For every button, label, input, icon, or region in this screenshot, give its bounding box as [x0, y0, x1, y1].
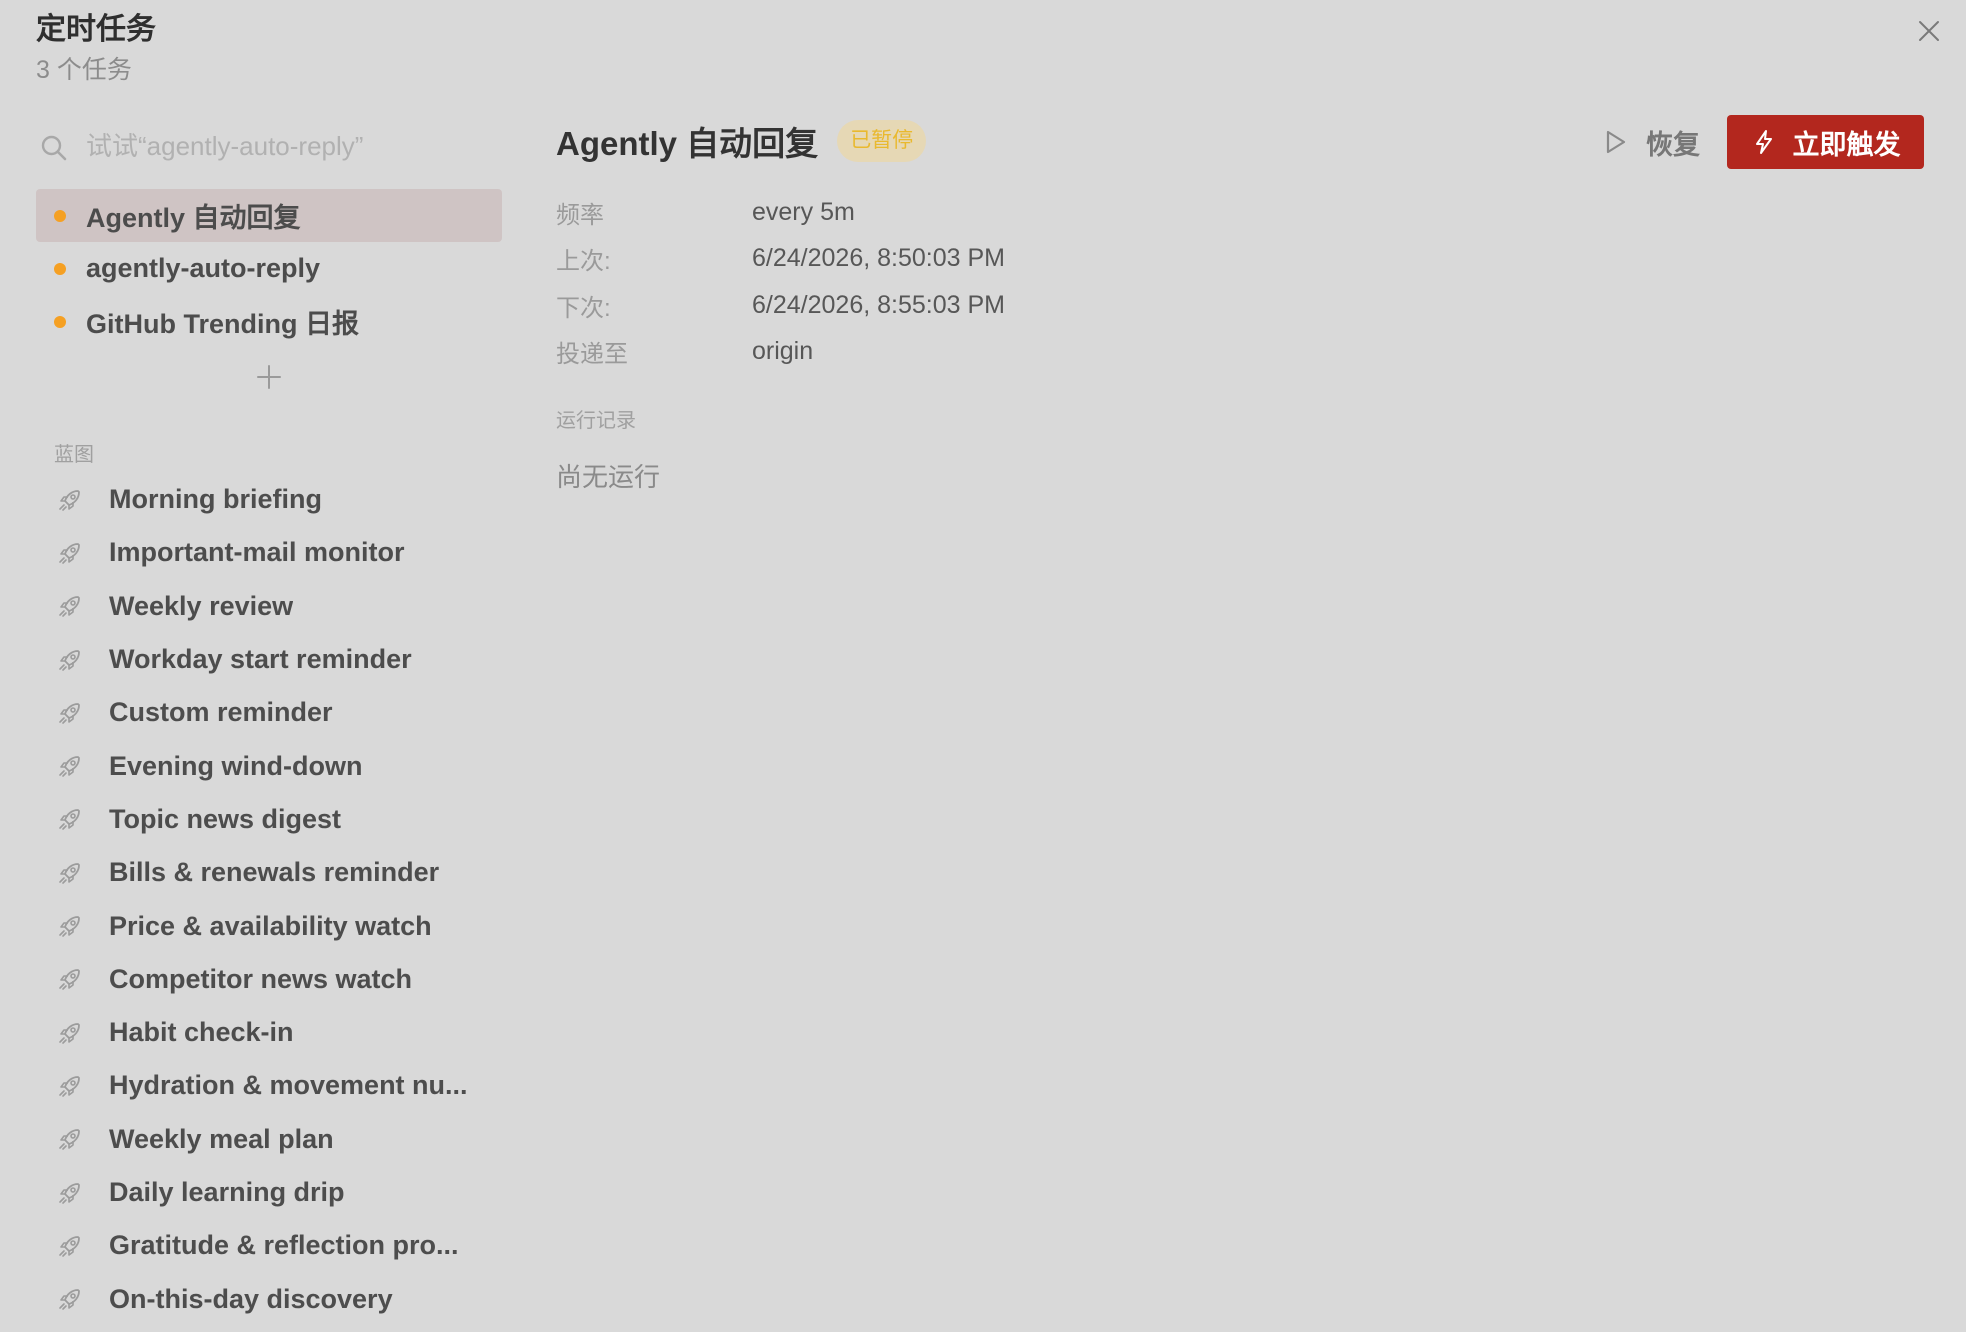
blueprint-label: On-this-day discovery	[109, 1283, 393, 1314]
blueprint-label: Workday start reminder	[109, 644, 412, 675]
trigger-now-button[interactable]: 立即触发	[1727, 115, 1924, 169]
blueprints-heading: 蓝图	[54, 444, 94, 466]
deliver-to-label: 投递至	[556, 341, 628, 369]
blueprint-label: Competitor news watch	[109, 963, 413, 994]
task-title: Agently 自动回复	[556, 125, 819, 162]
blueprint-label: Custom reminder	[109, 697, 333, 728]
task-details: 频率 every 5m 上次: 6/24/2026, 8:50:03 PM 下次…	[556, 189, 1924, 375]
blueprint-item[interactable]: Workday start reminder	[36, 633, 502, 686]
deliver-to-value: origin	[752, 337, 814, 366]
last-run-row: 上次: 6/24/2026, 8:50:03 PM	[556, 236, 1924, 283]
rocket-icon	[59, 1022, 80, 1044]
status-badge: 已暂停	[837, 120, 927, 162]
blueprint-label: Weekly review	[109, 590, 294, 621]
next-run-row: 下次: 6/24/2026, 8:55:03 PM	[556, 282, 1924, 329]
rocket-icon	[59, 702, 80, 724]
blueprint-label: Gratitude & reflection pro...	[109, 1230, 459, 1261]
frequency-label: 频率	[556, 201, 604, 229]
search-input[interactable]	[36, 120, 502, 172]
blueprint-list: Morning briefing Important-mail monitor We…	[36, 473, 502, 1326]
rocket-icon	[59, 489, 80, 511]
add-task-button[interactable]	[249, 357, 289, 397]
blueprint-label: Weekly meal plan	[109, 1123, 334, 1154]
blueprint-item[interactable]: Gratitude & reflection pro...	[36, 1219, 502, 1272]
resume-button[interactable]: 恢复	[1601, 116, 1700, 169]
blueprint-item[interactable]: Price & availability watch	[36, 899, 502, 952]
rocket-icon	[59, 1129, 80, 1151]
blueprint-label: Important-mail monitor	[109, 537, 405, 568]
blueprint-label: Hydration & movement nu...	[109, 1070, 468, 1101]
page-title: 定时任务	[36, 13, 156, 46]
last-run-label: 上次:	[556, 248, 611, 276]
task-label: agently-auto-reply	[86, 253, 321, 283]
rocket-icon	[59, 1076, 80, 1097]
blueprint-label: Morning briefing	[109, 484, 322, 515]
task-detail-panel: Agently 自动回复 已暂停 恢复 立即触发 频率 every 5m 上次:…	[556, 112, 1924, 495]
frequency-row: 频率 every 5m	[556, 189, 1924, 236]
rocket-icon	[59, 809, 80, 831]
rocket-icon	[59, 756, 80, 777]
next-run-label: 下次:	[556, 294, 611, 322]
frequency-value: every 5m	[752, 197, 855, 226]
blueprint-label: Evening wind-down	[109, 750, 363, 781]
blueprint-item[interactable]: Topic news digest	[36, 793, 502, 846]
blueprint-item[interactable]: Daily learning drip	[36, 1166, 502, 1219]
status-dot	[54, 315, 66, 328]
rocket-icon	[59, 596, 80, 618]
blueprint-item[interactable]: Evening wind-down	[36, 739, 502, 792]
play-icon	[1606, 130, 1626, 154]
task-list: Agently 自动回复 agently-auto-reply GitHub T…	[36, 189, 502, 348]
blueprint-label: Topic news digest	[109, 803, 342, 834]
sidebar: Agently 自动回复 agently-auto-reply GitHub T…	[36, 116, 502, 1326]
run-history-empty: 尚无运行	[556, 462, 661, 492]
rocket-icon	[59, 543, 80, 564]
blueprint-item[interactable]: Habit check-in	[36, 1006, 502, 1059]
rocket-icon	[59, 862, 80, 884]
resume-label: 恢复	[1646, 129, 1700, 160]
status-dot	[54, 209, 66, 222]
rocket-icon	[59, 916, 80, 937]
task-label: Agently 自动回复	[86, 203, 301, 233]
deliver-to-row: 投递至 origin	[556, 329, 1924, 376]
last-run-value: 6/24/2026, 8:50:03 PM	[752, 244, 1005, 273]
status-dot	[54, 262, 66, 275]
blueprint-item[interactable]: Hydration & movement nu...	[36, 1059, 502, 1112]
task-count: 3 个任务	[36, 56, 132, 84]
close-icon	[1919, 21, 1939, 41]
close-button[interactable]	[1912, 14, 1946, 48]
page-header: 定时任务 3 个任务	[36, 10, 156, 88]
blueprint-label: Daily learning drip	[109, 1177, 345, 1207]
search-icon	[41, 135, 67, 161]
rocket-icon	[59, 1289, 80, 1310]
rocket-icon	[59, 649, 80, 671]
rocket-icon	[59, 1182, 80, 1204]
search-bar	[36, 116, 502, 176]
blueprint-label: Bills & renewals reminder	[109, 857, 440, 888]
blueprint-label: Habit check-in	[109, 1017, 294, 1048]
task-label: GitHub Trending 日报	[86, 309, 359, 339]
lightning-icon	[1755, 130, 1772, 154]
trigger-label: 立即触发	[1792, 129, 1901, 160]
blueprint-item[interactable]: Bills & renewals reminder	[36, 846, 502, 899]
task-item-agently-auto-reply-cn[interactable]: Agently 自动回复	[36, 189, 502, 242]
blueprint-item[interactable]: Competitor news watch	[36, 953, 502, 1006]
rocket-icon	[59, 1235, 80, 1257]
blueprint-item[interactable]: Custom reminder	[36, 686, 502, 739]
task-item-github-trending[interactable]: GitHub Trending 日报	[36, 295, 502, 348]
blueprint-item[interactable]: Important-mail monitor	[36, 526, 502, 579]
plus-icon	[257, 365, 281, 389]
rocket-icon	[59, 969, 80, 991]
blueprint-label: Price & availability watch	[109, 910, 432, 941]
next-run-value: 6/24/2026, 8:55:03 PM	[752, 290, 1005, 319]
blueprint-item[interactable]: Morning briefing	[36, 473, 502, 526]
run-history-heading: 运行记录	[556, 410, 636, 432]
blueprint-item[interactable]: Weekly review	[36, 580, 502, 633]
scheduled-tasks-window: 定时任务 3 个任务 Agently 自动回复 agently-auto-rep…	[0, 0, 1966, 1332]
task-item-agently-auto-reply[interactable]: agently-auto-reply	[36, 242, 502, 295]
detail-actions: 恢复 立即触发	[1601, 115, 1924, 169]
blueprint-item[interactable]: Weekly meal plan	[36, 1113, 502, 1166]
blueprint-item[interactable]: On-this-day discovery	[36, 1272, 502, 1325]
detail-header: Agently 自动回复 已暂停 恢复 立即触发	[556, 112, 1924, 170]
